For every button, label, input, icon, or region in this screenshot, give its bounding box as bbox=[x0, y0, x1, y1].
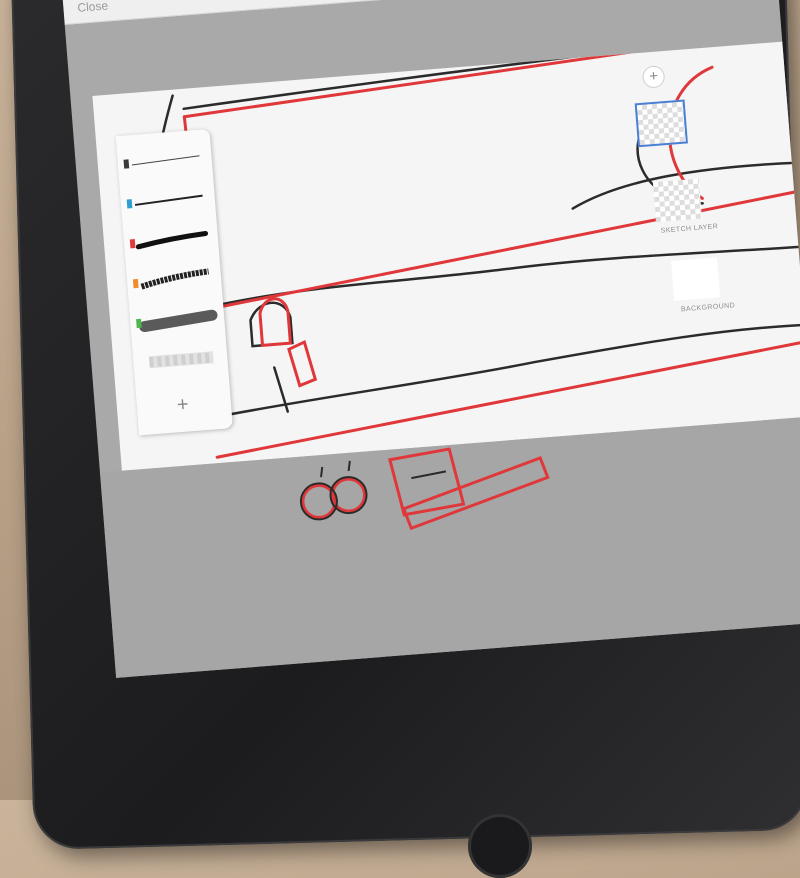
sketch-stroke bbox=[212, 323, 800, 419]
brush-stroke-preview bbox=[135, 230, 209, 250]
layer-thumb-selected[interactable] bbox=[634, 99, 688, 148]
layer-thumb-sketch[interactable] bbox=[652, 178, 702, 223]
brush-color-swatch bbox=[123, 159, 130, 169]
brush-stroke-preview bbox=[149, 351, 214, 369]
brush-stroke-preview bbox=[139, 309, 218, 333]
brush-color-swatch bbox=[129, 239, 136, 249]
add-brush-button[interactable]: + bbox=[176, 393, 189, 417]
brush-eraser[interactable] bbox=[138, 337, 223, 383]
top-bar: Close bbox=[62, 0, 777, 25]
guide-line bbox=[287, 339, 318, 388]
app-screen: Close + SKETCH LAYER BACKGROUND + bbox=[62, 0, 800, 678]
brush-stroke-preview bbox=[131, 155, 200, 166]
brush-thin-pencil[interactable] bbox=[122, 137, 207, 183]
brush-dry[interactable] bbox=[132, 257, 217, 303]
apple-stem-sketch bbox=[320, 466, 324, 478]
brush-color-swatch bbox=[132, 278, 139, 289]
apple-stem-sketch bbox=[347, 460, 351, 472]
home-button[interactable] bbox=[468, 814, 532, 878]
book-line-sketch bbox=[411, 470, 447, 480]
brush-soft[interactable] bbox=[135, 297, 220, 343]
brush-fine-liner[interactable] bbox=[125, 177, 210, 223]
guide-line bbox=[182, 39, 791, 119]
guide-line bbox=[258, 297, 293, 347]
brush-stroke-preview bbox=[140, 268, 209, 290]
pencil-outline bbox=[401, 456, 550, 531]
brush-ink[interactable] bbox=[129, 217, 214, 263]
close-button[interactable]: Close bbox=[77, 0, 109, 15]
layer-thumb-background[interactable] bbox=[671, 257, 721, 301]
brush-color-swatch bbox=[136, 318, 142, 329]
brush-color-swatch bbox=[126, 199, 133, 209]
book-outline bbox=[388, 447, 466, 517]
brush-stroke-preview bbox=[134, 194, 203, 206]
